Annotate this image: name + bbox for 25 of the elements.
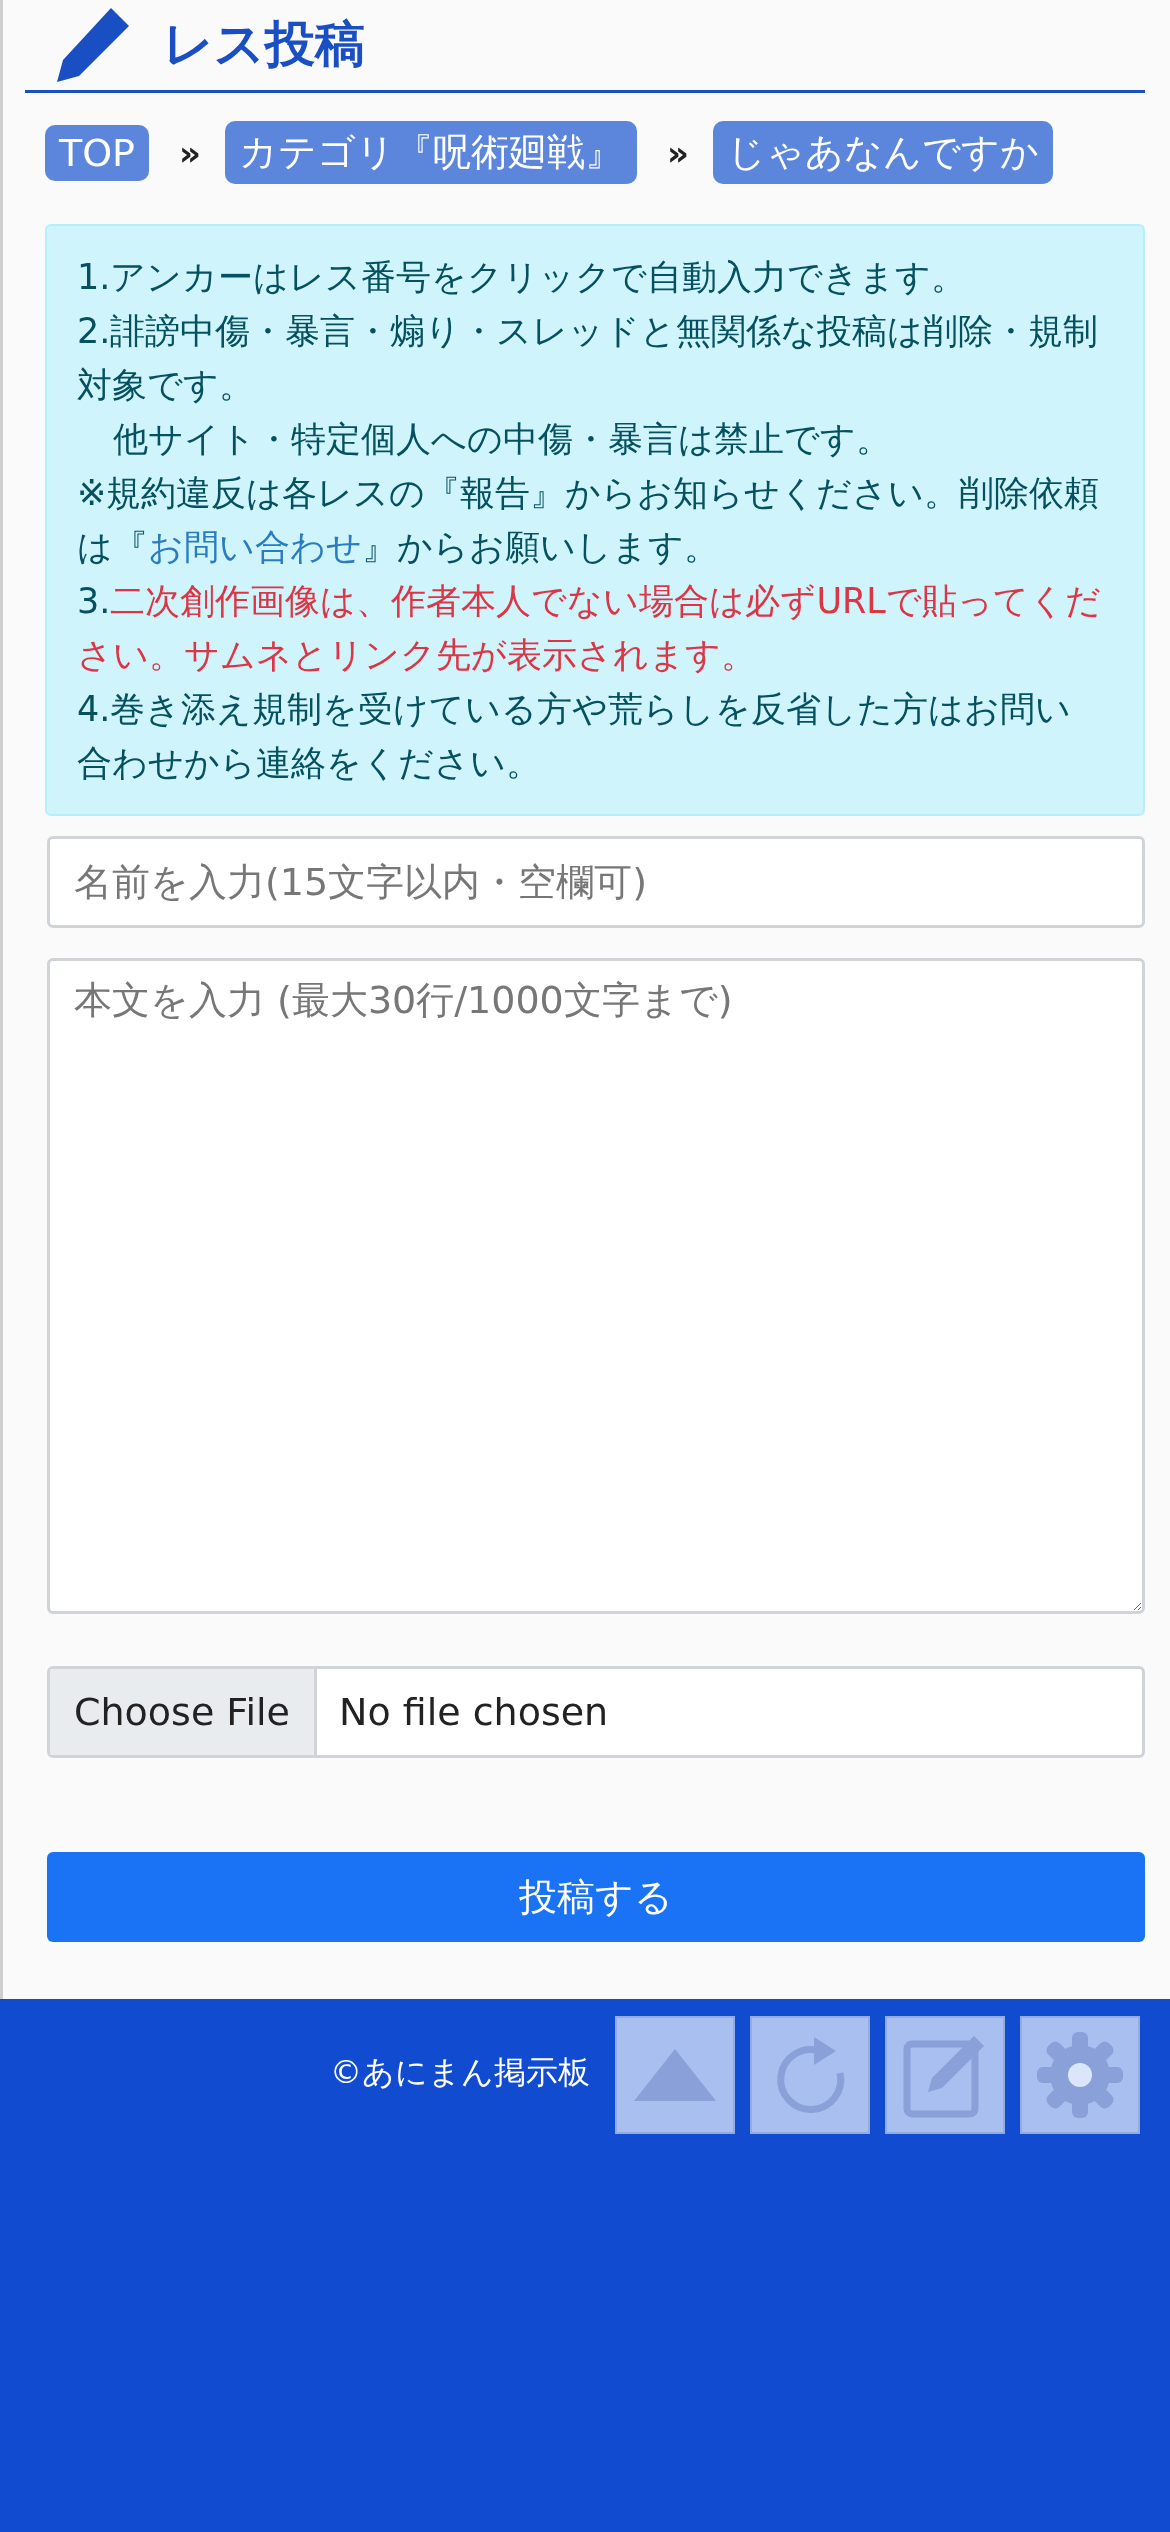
notice-text: ※規約違反は各レスの『報告』からお知らせください。削除依頼は『お問い合わせ』からお願いします。 [77, 472, 1101, 569]
copyright-text: ©あにまん掲示板 [330, 2052, 590, 2093]
notice-text: 1.アンカーはレス番号をクリックで自動入力できます。 [77, 256, 968, 299]
breadcrumb-separator: » [179, 132, 201, 173]
notice-text: 3.二次創作画像は、作者本人でない場合は必ずURLで貼ってください。サムネとリンク先が表示されます。 [77, 580, 1102, 677]
breadcrumb-link[interactable]: じゃあなんですか [713, 121, 1053, 184]
breadcrumb-separator: » [667, 132, 689, 173]
floating-button[interactable] [1020, 2016, 1140, 2134]
file-field[interactable]: Choose File No file chosen [47, 1666, 1145, 1758]
floating-button[interactable] [750, 2016, 870, 2134]
floating-button[interactable] [615, 2016, 735, 2134]
file-status: No file chosen [337, 1690, 609, 1734]
choose-file-button[interactable]: Choose File [50, 1669, 317, 1755]
floating-button[interactable] [885, 2016, 1005, 2134]
message-field[interactable]: 本文を入力 (最大30行/1000文字まで) [47, 958, 1145, 1614]
page-title: レス投稿 [163, 13, 365, 75]
name-field[interactable]: 名前を入力(15文字以内・空欄可) [47, 836, 1145, 928]
notice-text: 2.誹謗中傷・暴言・煽り・スレッドと無関係な投稿は削除・規制対象です。 [77, 310, 1100, 407]
breadcrumb-link[interactable]: TOP [45, 124, 150, 181]
contact-link[interactable]: お問い合わせ [148, 527, 362, 567]
submit-button[interactable]: 投稿する [47, 1852, 1145, 1942]
notice-text: 他サイト・特定個人への中傷・暴言は禁止です。 [112, 418, 892, 461]
settings-icon [1035, 2030, 1125, 2120]
breadcrumb-link[interactable]: カテゴリ『呪術廻戦』 [225, 121, 637, 184]
notice-text: 4.巻き添え規制を受けている方や荒らしを反省した方はお問い合わせから連絡をください。 [77, 688, 1073, 785]
